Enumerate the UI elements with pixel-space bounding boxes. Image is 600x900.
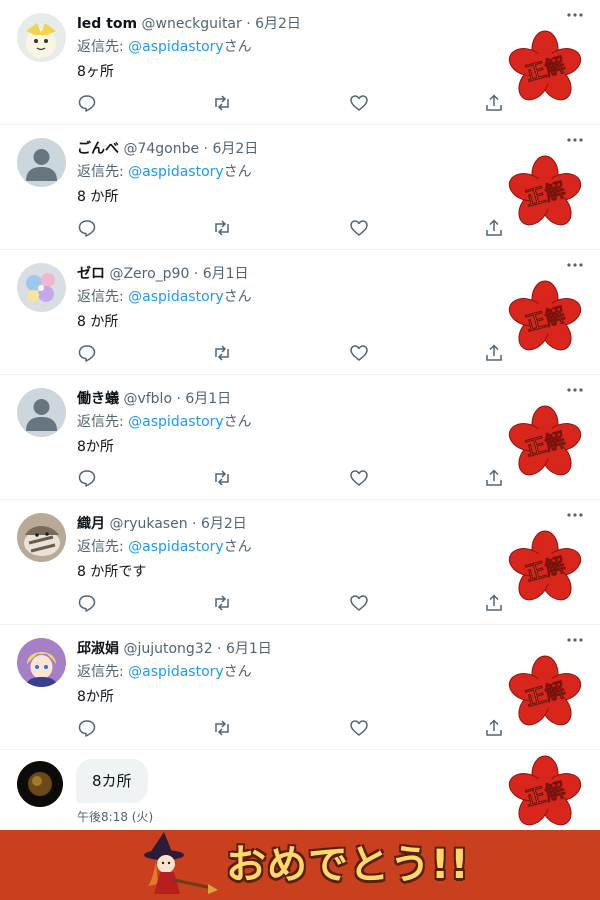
message-bubble[interactable]: 8カ所: [76, 759, 148, 803]
tweet-text: 8 か所: [77, 189, 119, 205]
reply-tweet[interactable]: 織月 @ryukasen · 6月2日 返信先: @aspidastoryさん …: [0, 500, 600, 625]
handle-and-date: @jujutong32 · 6月1日: [123, 641, 272, 657]
reply-handle-link[interactable]: @aspidastory: [128, 414, 224, 430]
tweet-text: 8か所: [77, 689, 114, 705]
correct-stamp-icon: 正解: [507, 755, 583, 831]
reply-icon[interactable]: [77, 218, 97, 238]
congratulations-banner: おめでとう!!: [0, 830, 600, 900]
share-icon[interactable]: [484, 93, 504, 113]
anime-avatar[interactable]: [17, 638, 66, 687]
correct-stamp-icon: 正解: [507, 655, 583, 731]
share-icon[interactable]: [484, 468, 504, 488]
dark-sphere-avatar[interactable]: [17, 761, 63, 807]
message-timestamp: 午後8:18 (火): [77, 810, 154, 824]
reply-handle-link[interactable]: @aspidastory: [128, 539, 224, 555]
jirachi-avatar[interactable]: [17, 13, 66, 62]
reply-icon[interactable]: [77, 718, 97, 738]
reply-handle-link[interactable]: @aspidastory: [128, 39, 224, 55]
replying-to: 返信先: @aspidastoryさん: [77, 539, 252, 555]
like-icon[interactable]: [349, 468, 369, 488]
more-options-icon[interactable]: [565, 135, 585, 147]
reply-icon[interactable]: [77, 468, 97, 488]
tweet-text: 8ヶ所: [77, 64, 114, 80]
flower-avatar[interactable]: [17, 263, 66, 312]
default-avatar[interactable]: [17, 138, 66, 187]
replying-to: 返信先: @aspidastoryさん: [77, 164, 252, 180]
retweet-icon[interactable]: [212, 218, 232, 238]
share-icon[interactable]: [484, 718, 504, 738]
replying-to: 返信先: @aspidastoryさん: [77, 664, 252, 680]
more-options-icon[interactable]: [565, 635, 585, 647]
direct-message: 8カ所 午後8:18 (火) 正解: [0, 750, 600, 830]
reply-icon[interactable]: [77, 593, 97, 613]
handle-and-date: @wneckguitar · 6月2日: [141, 16, 301, 32]
retweet-icon[interactable]: [212, 343, 232, 363]
more-options-icon[interactable]: [565, 260, 585, 272]
reply-tweet[interactable]: 邱淑娟 @jujutong32 · 6月1日 返信先: @aspidastory…: [0, 625, 600, 750]
handle-and-date: @vfblo · 6月1日: [123, 391, 232, 407]
reply-tweet[interactable]: ゼロ @Zero_p90 · 6月1日 返信先: @aspidastoryさん …: [0, 250, 600, 375]
handle-and-date: @Zero_p90 · 6月1日: [109, 266, 249, 282]
retweet-icon[interactable]: [212, 468, 232, 488]
share-icon[interactable]: [484, 343, 504, 363]
tweet-text: 8か所: [77, 439, 114, 455]
replying-to: 返信先: @aspidastoryさん: [77, 39, 252, 55]
display-name[interactable]: 邱淑娟: [77, 641, 119, 657]
display-name[interactable]: ゼロ: [77, 266, 105, 282]
more-options-icon[interactable]: [565, 510, 585, 522]
more-options-icon[interactable]: [565, 10, 585, 22]
tweet-header: ごんべ @74gonbe · 6月2日: [77, 139, 258, 159]
reply-icon[interactable]: [77, 343, 97, 363]
banner-title: おめでとう!!: [226, 842, 470, 888]
reply-icon[interactable]: [77, 93, 97, 113]
retweet-icon[interactable]: [212, 718, 232, 738]
cat-avatar[interactable]: [17, 513, 66, 562]
retweet-icon[interactable]: [212, 93, 232, 113]
like-icon[interactable]: [349, 218, 369, 238]
reply-handle-link[interactable]: @aspidastory: [128, 664, 224, 680]
tweet-header: 織月 @ryukasen · 6月2日: [77, 514, 247, 534]
retweet-icon[interactable]: [212, 593, 232, 613]
reply-tweet[interactable]: ごんべ @74gonbe · 6月2日 返信先: @aspidastoryさん …: [0, 125, 600, 250]
reply-tweet[interactable]: 働き蟻 @vfblo · 6月1日 返信先: @aspidastoryさん 8か…: [0, 375, 600, 500]
like-icon[interactable]: [349, 718, 369, 738]
share-icon[interactable]: [484, 593, 504, 613]
tweet-text: 8 か所です: [77, 564, 147, 580]
correct-stamp-icon: 正解: [507, 30, 583, 106]
correct-stamp-icon: 正解: [507, 405, 583, 481]
display-name[interactable]: led tom: [77, 16, 137, 32]
like-icon[interactable]: [349, 93, 369, 113]
correct-stamp-icon: 正解: [507, 155, 583, 231]
display-name[interactable]: 織月: [77, 516, 105, 532]
handle-and-date: @ryukasen · 6月2日: [109, 516, 247, 532]
tweet-text: 8 か所: [77, 314, 119, 330]
correct-stamp-icon: 正解: [507, 530, 583, 606]
correct-stamp-icon: 正解: [507, 280, 583, 356]
replying-to: 返信先: @aspidastoryさん: [77, 414, 252, 430]
reply-tweet[interactable]: led tom @wneckguitar · 6月2日 返信先: @aspida…: [0, 0, 600, 125]
tweet-header: led tom @wneckguitar · 6月2日: [77, 14, 301, 34]
more-options-icon[interactable]: [565, 385, 585, 397]
replying-to: 返信先: @aspidastoryさん: [77, 289, 252, 305]
like-icon[interactable]: [349, 593, 369, 613]
like-icon[interactable]: [349, 343, 369, 363]
tweet-header: 働き蟻 @vfblo · 6月1日: [77, 389, 231, 409]
handle-and-date: @74gonbe · 6月2日: [123, 141, 259, 157]
tweet-header: 邱淑娟 @jujutong32 · 6月1日: [77, 639, 272, 659]
reply-handle-link[interactable]: @aspidastory: [128, 289, 224, 305]
reply-handle-link[interactable]: @aspidastory: [128, 164, 224, 180]
tweet-header: ゼロ @Zero_p90 · 6月1日: [77, 264, 249, 284]
display-name[interactable]: ごんべ: [77, 141, 119, 157]
default-avatar[interactable]: [17, 388, 66, 437]
witch-character-icon: [134, 830, 218, 900]
share-icon[interactable]: [484, 218, 504, 238]
display-name[interactable]: 働き蟻: [77, 391, 119, 407]
